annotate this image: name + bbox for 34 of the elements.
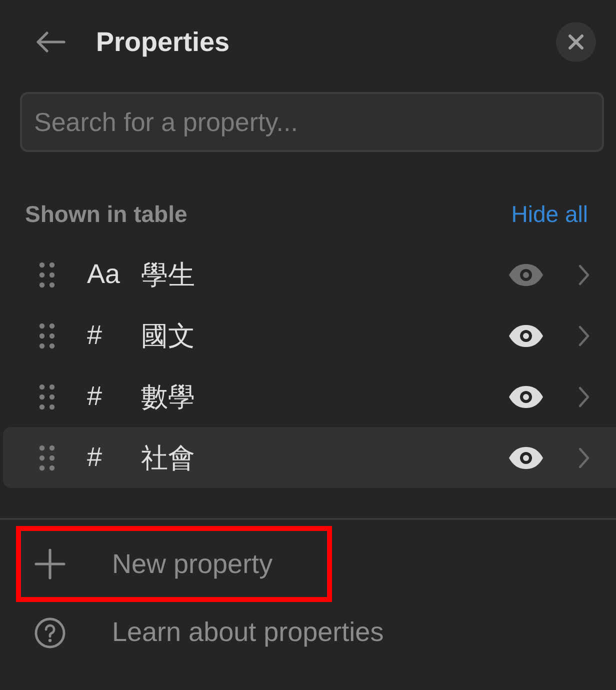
type-label: # — [87, 442, 104, 473]
drag-handle-icon[interactable] — [39, 262, 55, 288]
chevron-right-icon[interactable] — [578, 324, 590, 346]
eye-icon[interactable] — [508, 446, 544, 470]
type-label: Aa — [87, 259, 122, 290]
property-row[interactable]: # 社會 — [3, 427, 616, 488]
section-label: Shown in table — [25, 200, 188, 228]
hide-all-link[interactable]: Hide all — [511, 200, 588, 228]
close-button[interactable] — [556, 22, 596, 62]
back-arrow-icon[interactable] — [34, 30, 66, 54]
property-row[interactable]: Aa 學生 — [3, 244, 616, 305]
eye-icon[interactable] — [508, 324, 544, 348]
drag-handle-icon[interactable] — [39, 444, 55, 470]
chevron-right-icon[interactable] — [578, 386, 590, 408]
chevron-right-icon[interactable] — [578, 446, 590, 468]
drag-handle-icon[interactable] — [39, 384, 55, 410]
search-field[interactable]: Search for a property... — [20, 92, 604, 152]
property-row[interactable]: # 國文 — [3, 305, 616, 366]
help-icon — [34, 616, 66, 648]
eye-icon[interactable] — [508, 384, 544, 408]
property-name: 國文 — [141, 320, 196, 352]
property-name: 學生 — [141, 258, 196, 292]
property-row[interactable]: # 數學 — [3, 366, 616, 427]
plus-icon — [34, 548, 66, 580]
help-link[interactable]: Learn about properties — [0, 602, 616, 663]
property-name: 數學 — [141, 380, 196, 414]
new-property-button[interactable]: New property — [16, 526, 332, 602]
chevron-right-icon[interactable] — [578, 264, 590, 286]
type-label: # — [87, 381, 104, 412]
panel-title: Properties — [96, 26, 231, 58]
drag-handle-icon[interactable] — [39, 322, 55, 348]
property-name: 社會 — [141, 442, 196, 474]
close-icon — [568, 34, 584, 50]
type-label: # — [87, 320, 104, 351]
